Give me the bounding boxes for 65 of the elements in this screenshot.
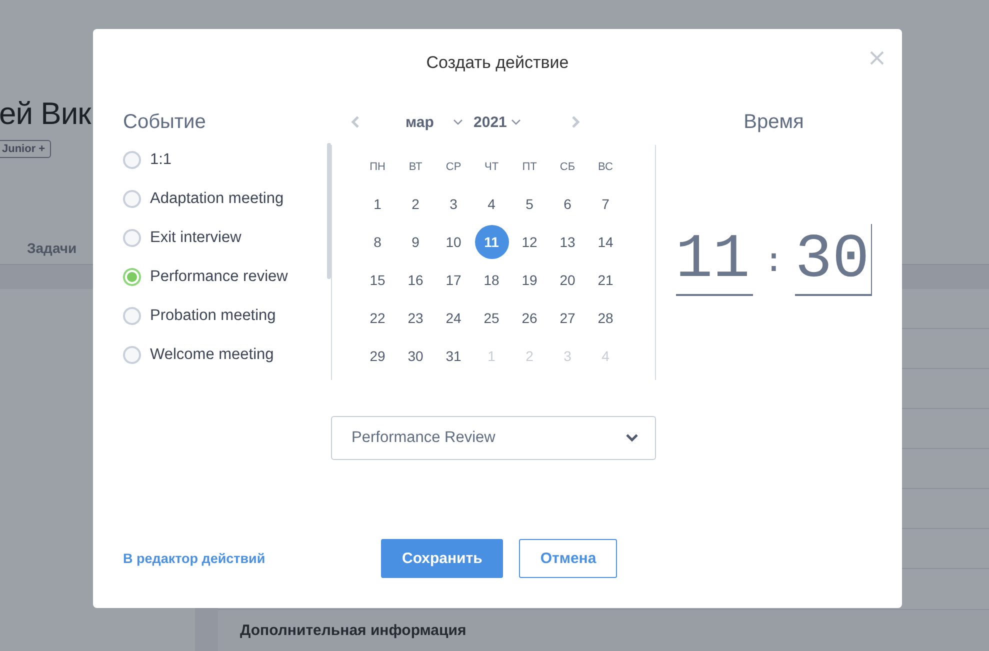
weekday-label: СР — [444, 160, 462, 175]
event-heading: Событие — [123, 111, 207, 134]
calendar-day[interactable]: 9 — [398, 225, 433, 259]
calendar-day[interactable]: 23 — [398, 301, 433, 335]
event-option[interactable]: Exit interview — [123, 218, 242, 257]
chevron-down-icon — [624, 433, 639, 443]
event-option[interactable]: Probation meeting — [123, 296, 276, 335]
calendar-day[interactable]: 26 — [512, 301, 547, 335]
radio-button[interactable] — [123, 228, 141, 246]
calendar-day[interactable]: 5 — [512, 187, 547, 221]
event-type-dropdown[interactable]: Performance Review — [330, 416, 656, 460]
level-badge: Junior + — [0, 140, 52, 158]
calendar-day[interactable]: 8 — [360, 225, 395, 259]
minutes-field[interactable]: 30 — [795, 224, 872, 296]
calendar-day[interactable]: 22 — [360, 301, 395, 335]
event-option[interactable]: Performance review — [123, 257, 288, 296]
calendar-day[interactable]: 12 — [512, 225, 547, 259]
event-option[interactable]: 1:1 — [123, 140, 172, 179]
calendar-day[interactable]: 30 — [398, 339, 433, 373]
page-heading: ей Вик — [0, 96, 91, 132]
weekday-label: ЧТ — [483, 160, 500, 175]
event-option[interactable]: Adaptation meeting — [123, 179, 284, 218]
calendar-day[interactable]: 10 — [436, 225, 471, 259]
calendar-day[interactable]: 29 — [360, 339, 395, 373]
weekday-label: СБ — [558, 160, 576, 175]
calendar-day[interactable]: 20 — [550, 263, 585, 297]
calendar-day[interactable]: 1 — [360, 187, 395, 221]
calendar-day[interactable]: 13 — [550, 225, 585, 259]
calendar-day[interactable]: 7 — [588, 187, 623, 221]
dialog-title: Создать действие — [426, 53, 569, 73]
calendar-day[interactable]: 27 — [550, 301, 585, 335]
calendar-day[interactable]: 24 — [436, 301, 471, 335]
calendar-day[interactable]: 21 — [588, 263, 623, 297]
event-option[interactable]: Welcome meeting — [123, 335, 274, 374]
radio-button[interactable] — [123, 268, 141, 286]
year-select[interactable]: 2021 — [474, 114, 510, 130]
chevron-down-icon — [510, 118, 522, 126]
calendar-day[interactable]: 6 — [550, 187, 585, 221]
time-heading: Время — [744, 111, 804, 134]
calendar-day[interactable]: 25 — [474, 301, 509, 335]
close-icon[interactable] — [868, 49, 886, 67]
month-select[interactable]: мар — [406, 114, 452, 130]
chevron-down-icon — [452, 118, 464, 126]
calendar-day[interactable]: 18 — [474, 263, 509, 297]
calendar-day[interactable]: 31 — [436, 339, 471, 373]
radio-button[interactable] — [123, 150, 141, 168]
weekday-label: ПТ — [521, 160, 538, 175]
radio-button[interactable] — [123, 346, 141, 364]
calendar-day[interactable]: 2 — [398, 187, 433, 221]
time-separator: : — [764, 240, 784, 280]
weekday-label: ПН — [368, 160, 386, 175]
calendar-day[interactable]: 4 — [474, 187, 509, 221]
calendar-day[interactable]: 28 — [588, 301, 623, 335]
calendar-day[interactable]: 17 — [436, 263, 471, 297]
hours-field[interactable]: 11 — [676, 224, 753, 296]
radio-button[interactable] — [123, 190, 141, 208]
radio-button[interactable] — [123, 306, 141, 324]
weekday-label: ВС — [597, 160, 614, 175]
weekday-label: ВТ — [408, 160, 424, 175]
calendar-day[interactable]: 19 — [512, 263, 547, 297]
calendar-day[interactable]: 16 — [398, 263, 433, 297]
calendar-day[interactable]: 14 — [588, 225, 623, 259]
calendar-day[interactable]: 3 — [436, 187, 471, 221]
calendar-day[interactable]: 15 — [360, 263, 395, 297]
scrollbar[interactable] — [326, 143, 331, 279]
